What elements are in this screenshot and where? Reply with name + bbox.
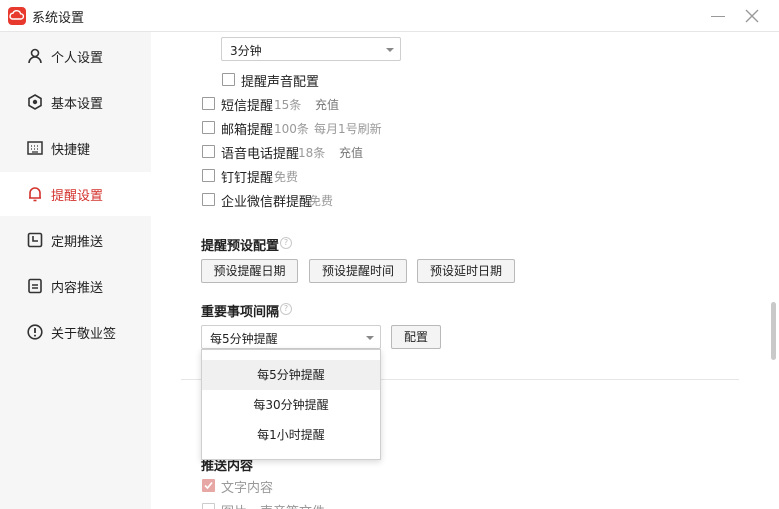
person-icon: [26, 47, 44, 65]
important-interval-value: 每5分钟提醒: [210, 332, 278, 346]
voice-call-checkbox[interactable]: [202, 145, 215, 158]
sms-count: 15条: [274, 98, 302, 112]
sidebar-item-label: 关于敬业签: [51, 326, 117, 342]
window-title: 系统设置: [32, 11, 85, 26]
help-icon[interactable]: ?: [280, 237, 292, 249]
sidebar-item-basic[interactable]: 基本设置: [0, 80, 151, 124]
text-content-checkbox[interactable]: [202, 479, 215, 492]
dropdown-option[interactable]: 每30分钟提醒: [202, 390, 380, 420]
wecom-group-checkbox[interactable]: [202, 193, 215, 206]
sms-recharge-link[interactable]: 充值: [315, 96, 339, 113]
wecom-group-label: 企业微信群提醒: [221, 195, 313, 210]
dingtalk-count: 免费: [274, 170, 299, 184]
sidebar-item-personal[interactable]: 个人设置: [0, 34, 151, 78]
dropdown-option[interactable]: 每1小时提醒: [202, 420, 380, 450]
sidebar-item-label: 基本设置: [51, 96, 104, 112]
sidebar-item-shortcuts[interactable]: 快捷键: [0, 126, 151, 170]
presets-title: 提醒预设配置: [201, 239, 280, 254]
help-icon[interactable]: ?: [280, 303, 292, 315]
chevron-down-icon: [386, 48, 394, 52]
sidebar: 个人设置 基本设置 快捷键 提醒设置 定期推送 内容推送 关于敬业签: [0, 32, 151, 509]
sms-label: 短信提醒: [221, 99, 274, 114]
email-refresh-note: 每月1号刷新: [314, 122, 382, 136]
dingtalk-label: 钉钉提醒: [221, 171, 274, 186]
minimize-icon[interactable]: [708, 6, 728, 26]
sound-config-checkbox[interactable]: [222, 73, 235, 86]
sidebar-item-label: 快捷键: [51, 142, 91, 158]
sidebar-item-content-push[interactable]: 内容推送: [0, 264, 151, 308]
title-bar: 系统设置: [0, 0, 779, 32]
chevron-down-icon: [366, 336, 374, 340]
preset-time-button[interactable]: 预设提醒时间: [309, 259, 407, 283]
interval-select-value: 3分钟: [230, 44, 262, 58]
sidebar-item-label: 内容推送: [51, 280, 104, 296]
text-content-label: 文字内容: [221, 481, 274, 496]
dingtalk-checkbox[interactable]: [202, 169, 215, 182]
scrollbar-thumb[interactable]: [771, 302, 776, 360]
bell-icon: [26, 185, 44, 203]
preset-delay-date-button[interactable]: 预设延时日期: [417, 259, 515, 283]
gear-icon: [26, 93, 44, 111]
info-icon: [26, 323, 44, 341]
important-interval-select[interactable]: 每5分钟提醒: [201, 325, 381, 349]
sidebar-item-about[interactable]: 关于敬业签: [0, 310, 151, 354]
sidebar-item-label: 提醒设置: [51, 188, 104, 204]
voice-call-recharge-link[interactable]: 充值: [339, 144, 363, 161]
file-content-label: 图片、声音等文件: [221, 501, 325, 509]
email-count: 100条: [274, 122, 309, 136]
voice-call-label: 语音电话提醒: [221, 147, 300, 162]
file-content-checkbox[interactable]: [202, 503, 215, 509]
sidebar-item-label: 个人设置: [51, 50, 104, 66]
important-interval-title: 重要事项间隔: [201, 305, 280, 320]
keyboard-icon: [26, 139, 44, 157]
config-button[interactable]: 配置: [391, 325, 441, 349]
preset-date-button[interactable]: 预设提醒日期: [201, 259, 298, 283]
document-icon: [26, 277, 44, 295]
sidebar-item-label: 定期推送: [51, 234, 104, 250]
app-logo-icon: [8, 7, 26, 25]
wecom-group-count: 免费: [309, 194, 334, 208]
dropdown-option[interactable]: 每5分钟提醒: [202, 360, 380, 390]
interval-select[interactable]: 3分钟: [221, 37, 401, 61]
settings-content: 3分钟 提醒声音配置 短信提醒 15条 充值 邮箱提醒 100条 每月1号刷新 …: [151, 32, 779, 509]
sms-checkbox[interactable]: [202, 97, 215, 110]
sidebar-item-scheduled-push[interactable]: 定期推送: [0, 218, 151, 262]
voice-call-count: 18条: [298, 146, 326, 160]
sound-config-label: 提醒声音配置: [241, 75, 320, 90]
important-interval-dropdown: 每5分钟提醒 每30分钟提醒 每1小时提醒: [201, 349, 381, 460]
email-checkbox[interactable]: [202, 121, 215, 134]
sidebar-item-reminders[interactable]: 提醒设置: [0, 172, 151, 216]
email-label: 邮箱提醒: [221, 123, 274, 138]
calendar-clock-icon: [26, 231, 44, 249]
close-icon[interactable]: [742, 6, 762, 26]
